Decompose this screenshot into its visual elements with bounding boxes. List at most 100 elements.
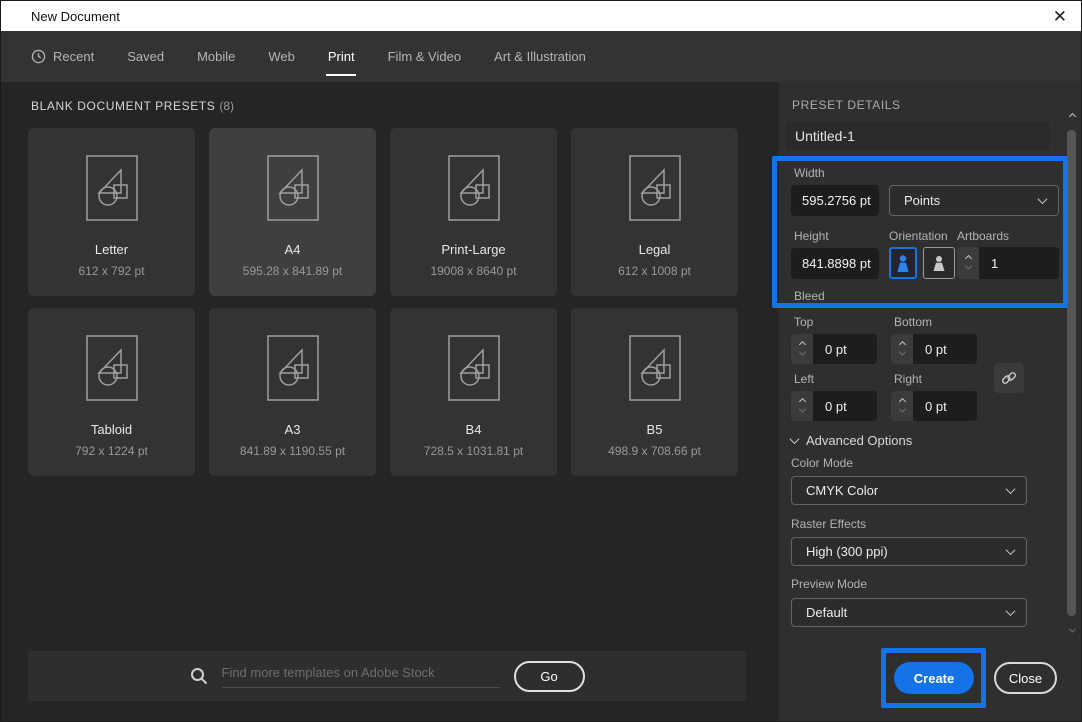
bleed-bottom-label: Bottom — [894, 315, 932, 329]
new-document-dialog: New Document ✕ Recent Saved Mobile Web P… — [0, 0, 1082, 722]
preset-name: Letter — [95, 242, 128, 257]
bleed-bottom-arrows[interactable] — [891, 334, 913, 364]
orientation-portrait-button[interactable] — [889, 247, 917, 279]
preset-details-heading: PRESET DETAILS — [792, 98, 901, 112]
width-label: Width — [794, 166, 825, 180]
go-button[interactable]: Go — [514, 661, 585, 692]
tab-film-video[interactable]: Film & Video — [388, 31, 461, 82]
preview-mode-dropdown[interactable]: Default — [791, 598, 1027, 627]
raster-effects-dropdown[interactable]: High (300 ppi) — [791, 537, 1027, 566]
preset-card-b4[interactable]: B4 728.5 x 1031.81 pt — [390, 308, 557, 476]
tab-saved[interactable]: Saved — [127, 31, 164, 82]
clock-icon — [31, 49, 46, 64]
search-input[interactable] — [222, 665, 500, 688]
preview-mode-value: Default — [806, 605, 847, 620]
chevron-down-icon — [798, 406, 805, 413]
preset-dimensions: 841.89 x 1190.55 pt — [240, 444, 345, 458]
bleed-bottom-input[interactable] — [913, 334, 977, 364]
units-dropdown[interactable]: Points — [889, 185, 1059, 216]
tab-print[interactable]: Print — [328, 31, 355, 82]
width-input[interactable] — [791, 185, 879, 216]
close-icon[interactable]: ✕ — [1053, 8, 1067, 25]
bleed-left-arrows[interactable] — [791, 391, 813, 421]
tab-web[interactable]: Web — [268, 31, 295, 82]
chevron-up-icon — [964, 255, 971, 262]
chevron-down-icon — [790, 434, 800, 444]
units-value: Points — [904, 193, 940, 208]
preset-grid: Letter 612 x 792 pt A4 595.28 x 841.89 p… — [28, 128, 738, 476]
chevron-up-icon — [898, 341, 905, 348]
document-shapes-icon — [267, 335, 319, 401]
preset-card-b5[interactable]: B5 498.9 x 708.66 pt — [571, 308, 738, 476]
artboards-label: Artboards — [957, 229, 1009, 243]
advanced-options-label: Advanced Options — [806, 433, 912, 448]
presets-area: BLANK DOCUMENT PRESETS(8) Letter 612 x 7… — [1, 82, 781, 721]
preset-name: A4 — [285, 242, 301, 257]
chevron-down-icon — [1006, 484, 1016, 494]
preset-card-a4[interactable]: A4 595.28 x 841.89 pt — [209, 128, 376, 296]
presets-count: (8) — [219, 99, 234, 113]
advanced-options-toggle[interactable]: Advanced Options — [791, 433, 912, 448]
chevron-up-icon — [898, 398, 905, 405]
preset-dimensions: 728.5 x 1031.81 pt — [424, 444, 523, 458]
preset-name: Print-Large — [441, 242, 505, 257]
artboards-input[interactable] — [979, 247, 1059, 279]
document-name-input[interactable] — [787, 122, 1049, 150]
chevron-down-icon — [1068, 626, 1075, 633]
preset-name: B4 — [466, 422, 482, 437]
category-tabs: Recent Saved Mobile Web Print Film & Vid… — [1, 31, 1081, 82]
close-button[interactable]: Close — [994, 662, 1057, 694]
bleed-label: Bleed — [794, 289, 825, 303]
bleed-left-input[interactable] — [813, 391, 877, 421]
preset-name: Legal — [639, 242, 671, 257]
color-mode-value: CMYK Color — [806, 483, 878, 498]
bleed-top-arrows[interactable] — [791, 334, 813, 364]
preset-card-print-large[interactable]: Print-Large 19008 x 8640 pt — [390, 128, 557, 296]
scrollbar-up-arrow[interactable] — [1067, 114, 1077, 119]
portrait-person-icon — [895, 253, 911, 273]
bleed-link-button[interactable] — [994, 363, 1024, 393]
bleed-top-stepper — [791, 334, 877, 364]
color-mode-label: Color Mode — [791, 456, 853, 470]
preset-card-legal[interactable]: Legal 612 x 1008 pt — [571, 128, 738, 296]
document-shapes-icon — [448, 335, 500, 401]
color-mode-dropdown[interactable]: CMYK Color — [791, 476, 1027, 505]
chevron-up-icon — [798, 398, 805, 405]
document-shapes-icon — [267, 155, 319, 221]
tab-label: Recent — [53, 49, 94, 64]
height-label: Height — [794, 229, 829, 243]
preset-card-a3[interactable]: A3 841.89 x 1190.55 pt — [209, 308, 376, 476]
preset-dimensions: 595.28 x 841.89 pt — [243, 264, 342, 278]
bleed-right-arrows[interactable] — [891, 391, 913, 421]
artboards-stepper — [957, 247, 1059, 279]
bleed-right-input[interactable] — [913, 391, 977, 421]
dialog-title: New Document — [31, 9, 120, 24]
chevron-down-icon — [798, 349, 805, 356]
adobe-stock-search-bar: Go — [28, 651, 746, 701]
document-shapes-icon — [448, 155, 500, 221]
preset-dimensions: 498.9 x 708.66 pt — [608, 444, 701, 458]
preset-dimensions: 612 x 1008 pt — [618, 264, 691, 278]
scrollbar-down-arrow[interactable] — [1067, 628, 1077, 633]
preset-card-letter[interactable]: Letter 612 x 792 pt — [28, 128, 195, 296]
raster-effects-value: High (300 ppi) — [806, 544, 888, 559]
chevron-down-icon — [1006, 545, 1016, 555]
create-button[interactable]: Create — [894, 662, 974, 694]
bleed-bottom-stepper — [891, 334, 977, 364]
preview-mode-label: Preview Mode — [791, 577, 867, 591]
artboards-stepper-arrows[interactable] — [957, 247, 979, 279]
tab-art-illustration[interactable]: Art & Illustration — [494, 31, 586, 82]
chevron-down-icon — [898, 406, 905, 413]
presets-heading: BLANK DOCUMENT PRESETS(8) — [31, 99, 234, 113]
preset-card-tabloid[interactable]: Tabloid 792 x 1224 pt — [28, 308, 195, 476]
bleed-top-label: Top — [794, 315, 813, 329]
title-bar: New Document ✕ — [1, 1, 1081, 31]
height-input[interactable] — [791, 248, 879, 279]
tab-recent[interactable]: Recent — [31, 31, 94, 82]
orientation-landscape-button[interactable] — [923, 247, 955, 279]
tab-mobile[interactable]: Mobile — [197, 31, 235, 82]
chevron-down-icon — [898, 349, 905, 356]
bleed-top-input[interactable] — [813, 334, 877, 364]
scrollbar-thumb[interactable] — [1067, 130, 1076, 616]
chevron-up-icon — [1068, 113, 1075, 120]
